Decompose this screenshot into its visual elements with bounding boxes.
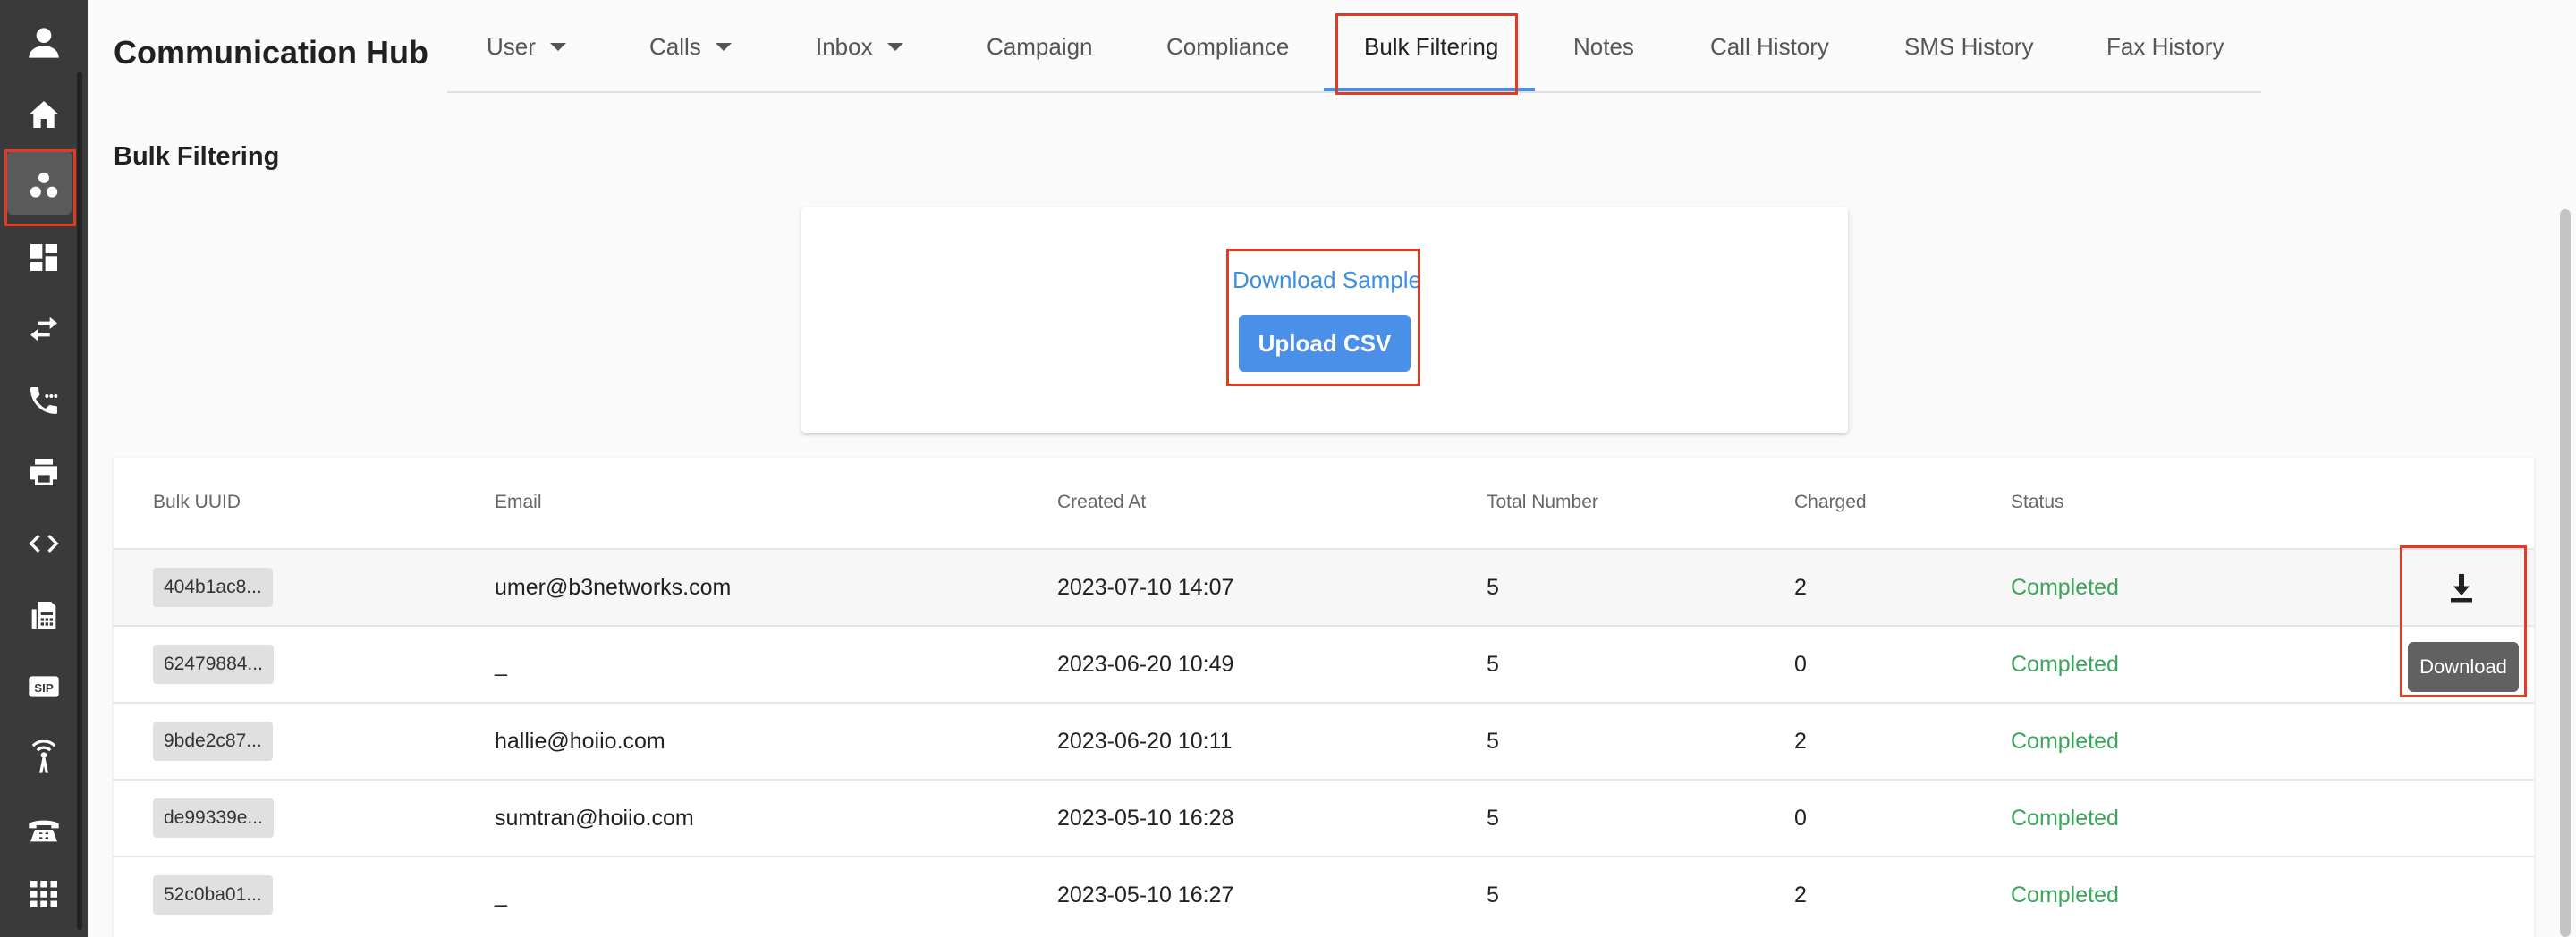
fax-icon [31, 602, 56, 629]
sidebar-item-sip[interactable]: SIP [0, 651, 88, 722]
charged-cell: 0 [1794, 806, 1807, 831]
uuid-chip: 52c0ba01... [153, 875, 273, 915]
home-icon [29, 101, 59, 128]
table-row[interactable] [114, 548, 2534, 625]
charged-cell: 2 [1794, 575, 1807, 600]
highlight-box-sidebar [4, 149, 76, 226]
tab-calls[interactable]: Calls [649, 0, 732, 93]
created-at-cell: 2023-05-10 16:28 [1057, 806, 1234, 831]
chevron-down-icon [715, 42, 732, 51]
uuid-chip: 404b1ac8... [153, 568, 273, 607]
sidebar: SIP [0, 0, 88, 937]
total-number-cell: 5 [1487, 729, 1499, 754]
tab-campaign[interactable]: Campaign [987, 0, 1093, 93]
total-number-cell: 5 [1487, 882, 1499, 907]
created-at-cell: 2023-06-20 10:11 [1057, 729, 1233, 754]
apps-grid-icon [30, 881, 57, 907]
status-badge: Completed [2011, 806, 2119, 831]
sidebar-item-home[interactable] [0, 79, 88, 150]
table-row[interactable] [114, 625, 2534, 702]
chevron-down-icon [549, 42, 566, 51]
tab-call-history[interactable]: Call History [1710, 0, 1829, 93]
email-cell: _ [495, 652, 507, 677]
tab-calls-label: Calls [649, 32, 701, 60]
status-badge: Completed [2011, 882, 2119, 907]
chevron-down-icon [886, 42, 903, 51]
column-header-email: Email [495, 492, 542, 512]
sidebar-item-calls[interactable] [0, 365, 88, 436]
tab-notes-label: Notes [1573, 32, 1634, 60]
email-cell: hallie@hoiio.com [495, 729, 665, 754]
tab-sms-history[interactable]: SMS History [1904, 0, 2033, 93]
total-number-cell: 5 [1487, 806, 1499, 831]
sip-icon: SIP [29, 676, 59, 697]
created-at-cell: 2023-06-20 10:49 [1057, 652, 1234, 677]
column-header-created-at: Created At [1057, 492, 1147, 512]
app-root: SIP Communication Hub User Calls Inbox C… [0, 0, 2576, 937]
antenna-icon [31, 740, 56, 773]
code-icon [29, 535, 59, 553]
tab-fax-history[interactable]: Fax History [2106, 0, 2224, 93]
charged-cell: 0 [1794, 652, 1807, 677]
desk-phone-icon [29, 820, 59, 842]
tab-sms-history-label: SMS History [1904, 32, 2034, 60]
tab-fax-history-label: Fax History [2106, 32, 2224, 60]
created-at-cell: 2023-07-10 14:07 [1057, 575, 1234, 600]
highlight-box-download [2400, 545, 2527, 697]
column-header-total-number: Total Number [1487, 492, 1598, 512]
charged-cell: 2 [1794, 882, 1807, 907]
sidebar-item-profile[interactable] [0, 7, 88, 79]
sidebar-scrollbar[interactable] [77, 72, 82, 930]
tab-call-history-label: Call History [1710, 32, 1829, 60]
highlight-box-tab [1335, 13, 1518, 95]
sidebar-item-apps[interactable] [0, 858, 88, 930]
tab-compliance[interactable]: Compliance [1166, 0, 1289, 93]
sidebar-item-dashboard[interactable] [0, 222, 88, 293]
dashboard-icon [30, 244, 57, 271]
user-avatar-icon [29, 28, 59, 58]
uuid-chip: 9bde2c87... [153, 722, 273, 761]
status-badge: Completed [2011, 652, 2119, 677]
table-row[interactable] [114, 856, 2534, 933]
column-header-charged: Charged [1794, 492, 1867, 512]
tab-inbox-label: Inbox [816, 32, 873, 60]
sidebar-item-developer[interactable] [0, 508, 88, 579]
page-scrollbar[interactable] [2560, 209, 2571, 937]
svg-text:SIP: SIP [34, 681, 54, 695]
column-header-bulk-uuid: Bulk UUID [153, 492, 242, 512]
total-number-cell: 5 [1487, 575, 1499, 600]
tab-campaign-label: Campaign [987, 32, 1093, 60]
app-title: Communication Hub [114, 34, 428, 71]
created-at-cell: 2023-05-10 16:27 [1057, 882, 1234, 907]
tab-compliance-label: Compliance [1166, 32, 1290, 60]
sidebar-item-print[interactable] [0, 436, 88, 508]
uuid-chip: 62479884... [153, 645, 274, 684]
email-cell: _ [495, 882, 507, 907]
charged-cell: 2 [1794, 729, 1807, 754]
phone-call-icon [30, 387, 58, 414]
printer-icon [30, 459, 57, 485]
column-header-status: Status [2011, 492, 2064, 512]
email-cell: umer@b3networks.com [495, 575, 732, 600]
status-badge: Completed [2011, 575, 2119, 600]
table-row[interactable] [114, 779, 2534, 856]
highlight-box-upload [1226, 249, 1420, 386]
tab-inbox[interactable]: Inbox [816, 0, 903, 93]
sidebar-item-fax[interactable] [0, 579, 88, 651]
page-title: Bulk Filtering [114, 142, 280, 171]
total-number-cell: 5 [1487, 652, 1499, 677]
sidebar-item-transfer[interactable] [0, 293, 88, 365]
tab-user[interactable]: User [487, 0, 566, 93]
email-cell: sumtran@hoiio.com [495, 806, 694, 831]
tab-notes[interactable]: Notes [1573, 0, 1634, 93]
sidebar-item-network[interactable] [0, 722, 88, 794]
transfer-icon [30, 317, 57, 342]
uuid-chip: de99339e... [153, 798, 274, 838]
tab-user-label: User [487, 32, 536, 60]
sidebar-item-phone[interactable] [0, 794, 88, 865]
table-row[interactable] [114, 702, 2534, 779]
status-badge: Completed [2011, 729, 2119, 754]
